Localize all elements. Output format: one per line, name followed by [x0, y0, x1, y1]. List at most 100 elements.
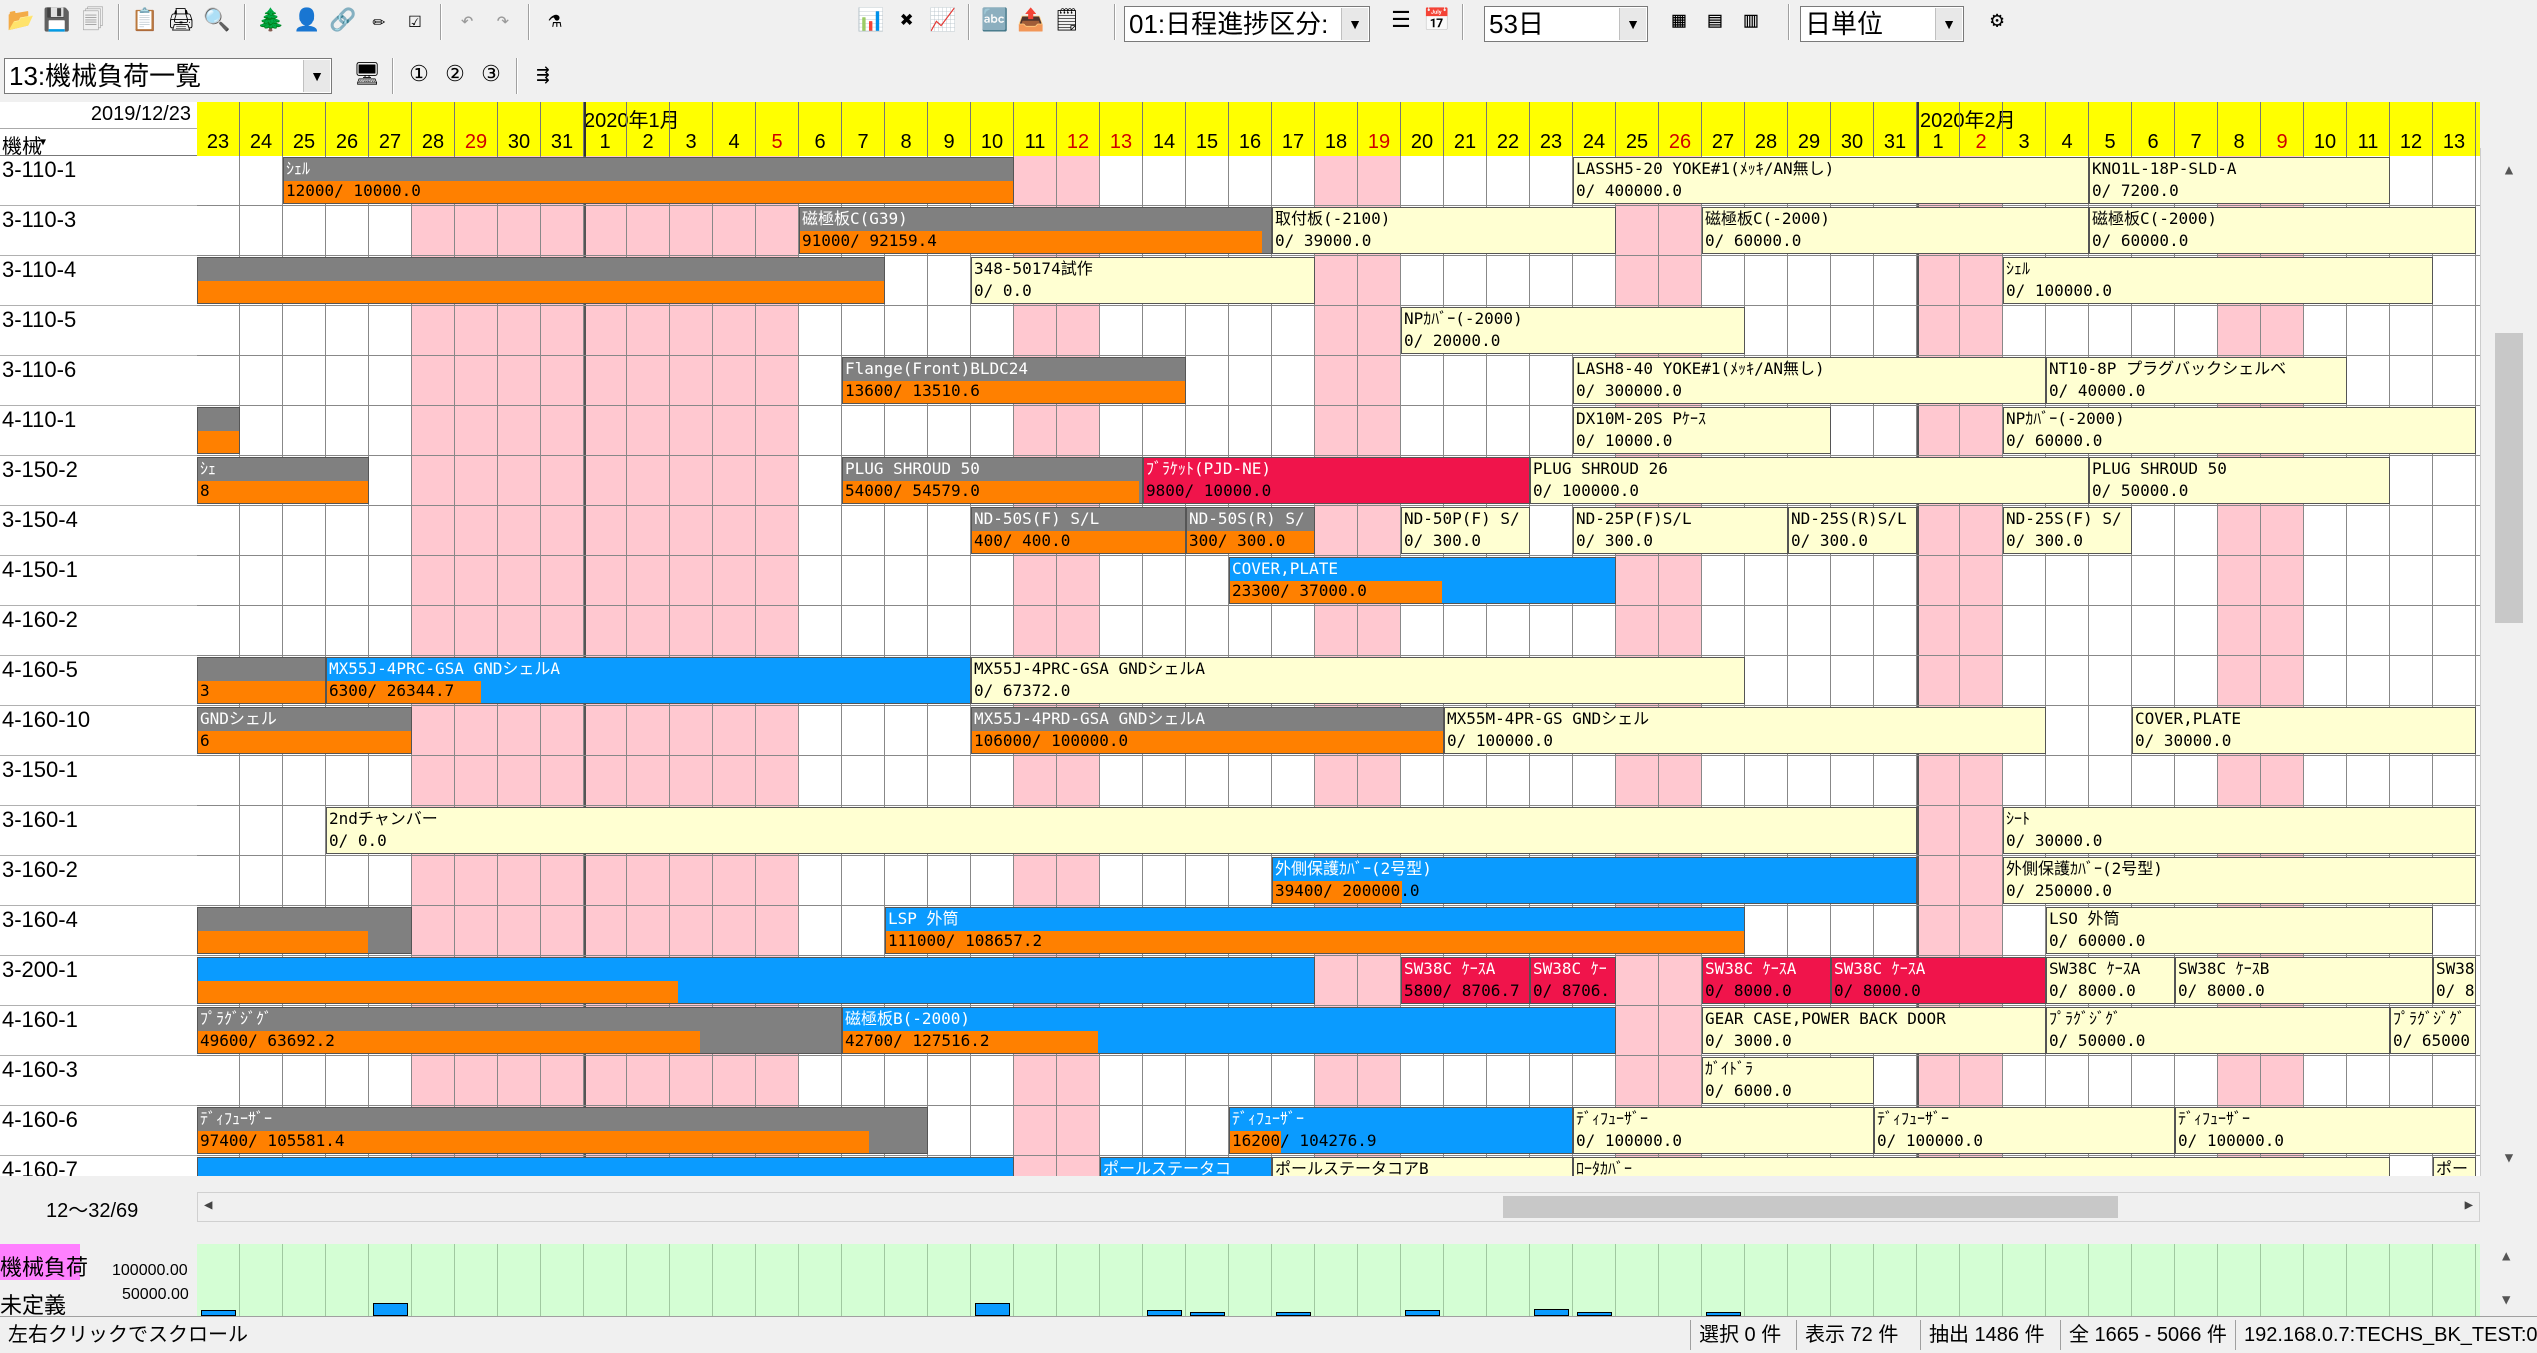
calendar-grid-icon[interactable]: 📅 [1420, 4, 1454, 38]
load-bar[interactable] [373, 1303, 408, 1316]
task-bar[interactable] [197, 957, 1315, 1004]
days-select[interactable]: 53日 ▼ [1484, 6, 1648, 42]
task-bar[interactable]: ND-50S(F) S/L 400/ 400.0 [971, 507, 1186, 554]
task-bar[interactable]: ポールステータコアB0/ 40000.0 [1272, 1157, 1573, 1176]
machine-row-label[interactable]: 3-160-2 [0, 856, 197, 906]
chevron-down-icon[interactable]: ▼ [1341, 8, 1368, 40]
week-view-icon[interactable]: ▦ [1662, 4, 1696, 38]
task-bar[interactable] [197, 1157, 1014, 1176]
copy-icon[interactable]: 📋 [128, 4, 162, 38]
undo-icon[interactable]: ↶ [450, 4, 484, 38]
view-3-icon[interactable]: ③ [474, 58, 508, 92]
load-scrollbar[interactable]: ▲ ▼ [2480, 1244, 2537, 1316]
task-bar[interactable]: 3 [197, 657, 326, 704]
scroll-left-icon[interactable]: ◀ [204, 1197, 212, 1213]
machine-column-header[interactable]: 機械 ▼ [0, 129, 197, 158]
task-bar[interactable]: PLUG SHROUD 26 0/ 100000.0 [1530, 457, 2089, 504]
task-bar[interactable]: SW38C ｹｰｽA 0/ 8000.0 [1702, 957, 1831, 1004]
machine-row-label[interactable]: 4-160-2 [0, 606, 197, 656]
tree-edit-icon[interactable]: ✏ [362, 4, 396, 38]
task-bar[interactable]: 磁極板C(-2000) 0/ 60000.0 [1702, 207, 2089, 254]
task-bar[interactable]: LSP 外筒 111000/ 108657.2 [885, 907, 1745, 954]
display-icon[interactable]: 🖥 [350, 58, 384, 92]
tree-icon[interactable]: 🌲 [254, 4, 288, 38]
task-bar[interactable]: ｼｪﾙ 12000/ 10000.0 [283, 157, 1014, 204]
machine-row-label[interactable]: 4-160-3 [0, 1056, 197, 1106]
load-bar[interactable] [1534, 1308, 1569, 1316]
settings-icon[interactable]: ⚙ [1980, 4, 2014, 38]
export-icon[interactable]: 📤 [1014, 4, 1048, 38]
vertical-scroll-thumb[interactable] [2495, 333, 2523, 623]
task-bar[interactable]: 磁極板C(-2000) 0/ 60000.0 [2089, 207, 2476, 254]
task-bar[interactable] [197, 407, 240, 454]
open-folder-icon[interactable]: 📂 [4, 4, 38, 38]
machine-row-label[interactable]: 3-110-1 [0, 156, 197, 206]
task-bar[interactable]: ND-25P(F)S/L 0/ 300.0 [1573, 507, 1788, 554]
task-bar[interactable]: Flange(Front)BLDC24 13600/ 13510.6 [842, 357, 1186, 404]
scroll-down-icon[interactable]: ▼ [2502, 1292, 2510, 1308]
view-select[interactable]: 13:機械負荷一覧 ▼ [4, 58, 332, 94]
task-bar[interactable]: LASSH5-20 YOKE#1(ﾒｯｷ/AN無し) 0/ 400000.0 [1573, 157, 2089, 204]
tree-link-icon[interactable]: 🔗 [326, 4, 360, 38]
task-bar[interactable]: 取付板(-2100) 0/ 39000.0 [1272, 207, 1616, 254]
chevron-down-icon[interactable]: ▼ [1935, 8, 1962, 40]
task-bar[interactable]: ｼｪ 8 [197, 457, 369, 504]
scroll-up-icon[interactable]: ▲ [2502, 1248, 2510, 1264]
load-bar[interactable] [975, 1303, 1010, 1316]
task-bar[interactable]: ｼｰﾄ 0/ 30000.0 [2003, 807, 2476, 854]
task-bar[interactable]: ﾃﾞｨﾌｭｰｻﾞｰ 0/ 100000.0 [1874, 1107, 2175, 1154]
task-bar[interactable]: ﾌﾟﾗｸﾞｼﾞｸﾞ 49600/ 63692.2 [197, 1007, 842, 1054]
machine-row-label[interactable]: 3-110-3 [0, 206, 197, 256]
task-bar[interactable]: 外側保護ｶﾊﾞｰ(2号型) 39400/ 200000.0 [1272, 857, 1917, 904]
task-bar[interactable]: ﾌﾞﾗｹｯﾄ(PJD-NE) 9800/ 10000.0 [1143, 457, 1530, 504]
task-bar[interactable]: ND-25S(R)S/L 0/ 300.0 [1788, 507, 1917, 554]
machine-row-label[interactable]: 3-110-5 [0, 306, 197, 356]
task-bar[interactable]: 外側保護ｶﾊﾞｰ(2号型) 0/ 250000.0 [2003, 857, 2476, 904]
task-bar[interactable]: LSO 外筒 0/ 60000.0 [2046, 907, 2433, 954]
task-bar[interactable]: NPｶﾊﾞｰ(-2000) 0/ 60000.0 [2003, 407, 2476, 454]
vertical-scrollbar[interactable]: ▲ ▼ [2480, 148, 2537, 1176]
task-bar[interactable]: ﾃﾞｨﾌｭｰｻﾞｰ 97400/ 105581.4 [197, 1107, 928, 1154]
task-bar[interactable]: ﾌﾟﾗｸﾞｼﾞｸﾞ 0/ 50000.0 [2046, 1007, 2390, 1054]
task-bar[interactable]: MX55J-4PRC-GSA GNDシェルA 0/ 67372.0 [971, 657, 1745, 704]
task-bar[interactable]: ｼｪﾙ 0/ 100000.0 [2003, 257, 2433, 304]
task-bar[interactable]: SW38C ｹｰｽA 0/ 8000.0 [2046, 957, 2175, 1004]
task-bar[interactable]: 磁極板C(G39) 91000/ 92159.4 [799, 207, 1272, 254]
machine-row-label[interactable]: 3-160-1 [0, 806, 197, 856]
print-preview-icon[interactable]: 🔍 [200, 4, 234, 38]
machine-row-label[interactable]: 4-150-1 [0, 556, 197, 606]
task-bar[interactable]: NT10-8P プラグバックシェルベ 0/ 40000.0 [2046, 357, 2347, 404]
task-bar[interactable]: ND-25S(F) S/0/ 300.0 [2003, 507, 2132, 554]
gantt-chart-icon[interactable]: 📈 [926, 4, 960, 38]
task-bar[interactable]: ﾃﾞｨﾌｭｰｻﾞｰ 16200/ 104276.9 [1229, 1107, 1573, 1154]
gantt-view-icon[interactable]: 📊 [854, 4, 888, 38]
task-bar[interactable]: 348-50174試作 0/ 0.0 [971, 257, 1315, 304]
list-icon[interactable]: ☰ [1384, 4, 1418, 38]
zoom-in-icon[interactable]: ▤ [1698, 4, 1732, 38]
task-bar[interactable]: ｶﾞｲﾄﾞﾗ 0/ 6000.0 [1702, 1057, 1874, 1104]
task-bar[interactable]: ﾌﾟﾗｸﾞｼﾞｸﾞ 0/ 65000 [2390, 1007, 2476, 1054]
machine-row-label[interactable]: 3-150-2 [0, 456, 197, 506]
task-bar[interactable]: 2ndチャンバー 0/ 0.0 [326, 807, 1917, 854]
task-bar[interactable]: PLUG SHROUD 50 54000/ 54579.0 [842, 457, 1143, 504]
machine-row-label[interactable]: 3-150-1 [0, 756, 197, 806]
view-1-icon[interactable]: ① [402, 58, 436, 92]
task-bar[interactable]: ポー0/ 5 [2433, 1157, 2476, 1176]
task-bar[interactable] [197, 257, 885, 304]
task-bar[interactable]: DX10M-20S Pｹｰｽ 0/ 10000.0 [1573, 407, 1831, 454]
gantt-delete-icon[interactable]: ✖ [890, 4, 924, 38]
machine-row-label[interactable]: 3-110-6 [0, 356, 197, 406]
task-bar[interactable]: COVER,PLATE 0/ 30000.0 [2132, 707, 2476, 754]
chevron-down-icon[interactable]: ▼ [303, 60, 330, 92]
task-bar[interactable]: LASH8-40 YOKE#1(ﾒｯｷ/AN無し) 0/ 300000.0 [1573, 357, 2046, 404]
task-bar[interactable]: SW38C ｹｰｽB 0/ 8000.0 [2175, 957, 2433, 1004]
scroll-up-icon[interactable]: ▲ [2495, 156, 2523, 184]
task-bar[interactable]: ポールステータコ12400/ 30000.0 [1100, 1157, 1272, 1176]
scroll-right-icon[interactable]: ▶ [2465, 1197, 2473, 1213]
task-bar[interactable]: SW38 0/ 8 [2433, 957, 2476, 1004]
task-bar[interactable]: PLUG SHROUD 50 0/ 50000.0 [2089, 457, 2390, 504]
task-bar[interactable]: MX55J-4PRC-GSA GNDシェルA 6300/ 26344.7 [326, 657, 971, 704]
task-bar[interactable]: ND-50S(R) S/300/ 300.0 [1186, 507, 1315, 554]
save-icon[interactable]: 💾 [40, 4, 74, 38]
machine-row-label[interactable]: 4-160-10 [0, 706, 197, 756]
